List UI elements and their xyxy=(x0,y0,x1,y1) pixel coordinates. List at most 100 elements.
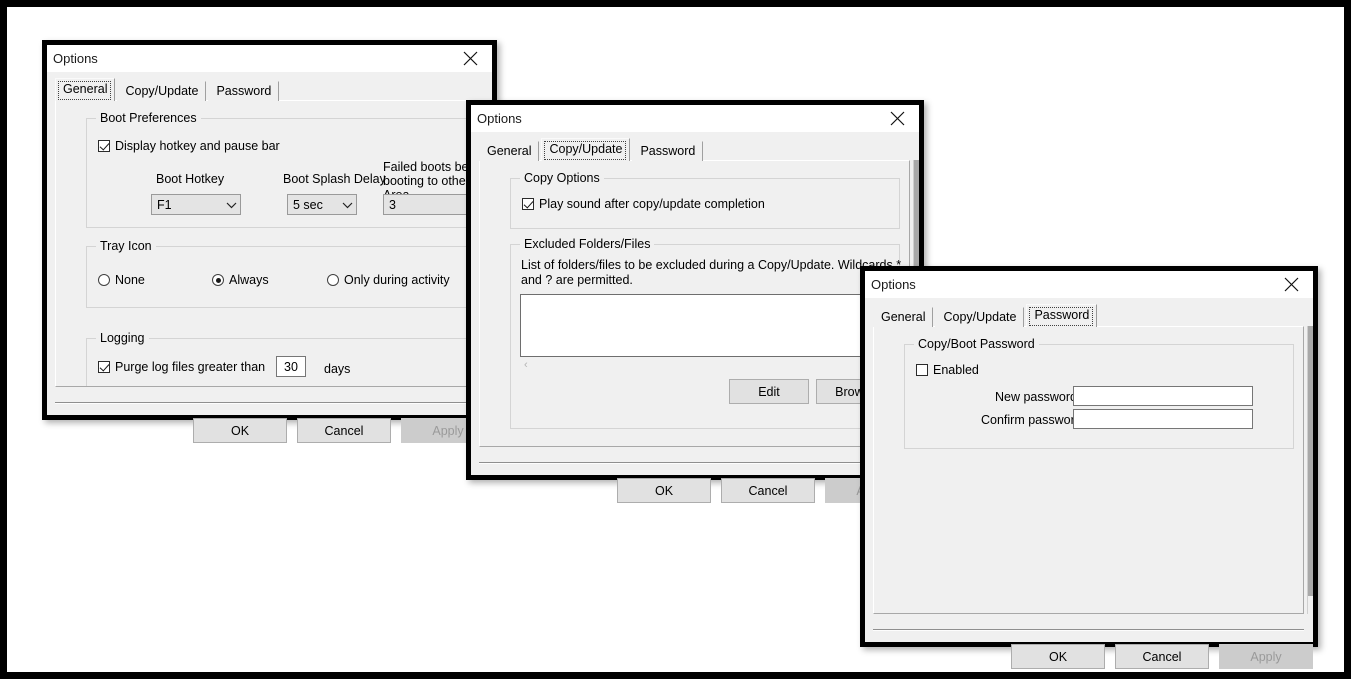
tab-copy-update[interactable]: Copy/Update xyxy=(117,81,207,101)
radio-label: Always xyxy=(229,273,269,287)
tabstrip: General Copy/Update Password xyxy=(873,304,1099,327)
window-title: Options xyxy=(53,51,98,66)
tab-general[interactable]: General xyxy=(55,78,116,101)
button-label: Apply xyxy=(1250,649,1282,664)
group-title: Excluded Folders/Files xyxy=(520,237,655,251)
group-boot-preferences: Boot Preferences Display hotkey and paus… xyxy=(86,111,485,228)
group-title: Copy/Boot Password xyxy=(914,337,1039,351)
group-copy-boot-password: Copy/Boot Password Enabled New password … xyxy=(904,337,1294,449)
tab-general[interactable]: General xyxy=(479,141,540,161)
checkbox-label: Purge log files greater than xyxy=(115,360,266,374)
cancel-button[interactable]: Cancel xyxy=(1115,644,1209,669)
titlebar: Options xyxy=(47,45,492,72)
checkbox-label: Display hotkey and pause bar xyxy=(115,139,280,153)
radio-label: None xyxy=(115,273,145,287)
group-title: Logging xyxy=(96,331,149,345)
footer-separator xyxy=(55,402,486,404)
tab-general[interactable]: General xyxy=(873,307,934,327)
input-confirm-password[interactable] xyxy=(1073,409,1253,429)
group-title: Boot Preferences xyxy=(96,111,201,125)
input-new-password[interactable] xyxy=(1073,386,1253,406)
checkbox-box xyxy=(98,140,110,152)
tab-label: General xyxy=(487,144,532,158)
cancel-button[interactable]: Cancel xyxy=(721,478,815,503)
tab-label: Copy/Update xyxy=(549,142,623,156)
edit-button[interactable]: Edit xyxy=(729,379,809,404)
tab-copy-update[interactable]: Copy/Update xyxy=(935,307,1025,327)
label-boot-hotkey: Boot Hotkey xyxy=(156,172,225,186)
tabpage-general: Boot Preferences Display hotkey and paus… xyxy=(55,100,486,387)
options-dialog-copy-update[interactable]: Options General Copy/Update Password Cop… xyxy=(466,100,924,503)
combo-value: 5 sec xyxy=(293,197,323,212)
tab-password[interactable]: Password xyxy=(1026,304,1098,327)
radio-tray-only-during-activity[interactable]: Only during activity xyxy=(327,273,450,287)
dialog-vscrollbar[interactable] xyxy=(1307,326,1313,614)
ok-button[interactable]: OK xyxy=(1011,644,1105,669)
label-new-password: New password xyxy=(995,390,1077,404)
tabpage-password: Copy/Boot Password Enabled New password … xyxy=(873,326,1304,614)
excluded-description: List of folders/files to be excluded dur… xyxy=(521,258,902,287)
close-icon[interactable] xyxy=(1269,271,1313,298)
tabpage-copy-update: Copy Options Play sound after copy/updat… xyxy=(479,160,910,447)
close-icon[interactable] xyxy=(875,105,919,132)
titlebar: Options xyxy=(471,105,919,132)
tab-copy-update[interactable]: Copy/Update xyxy=(541,138,631,161)
excluded-list-hscrollbar[interactable]: ‹ › xyxy=(520,357,900,373)
checkbox-display-hotkey[interactable]: Display hotkey and pause bar xyxy=(98,139,280,153)
window-title: Options xyxy=(871,277,916,292)
checkbox-box xyxy=(916,364,928,376)
group-title: Copy Options xyxy=(520,171,604,185)
label-boot-splash-delay: Boot Splash Delay xyxy=(283,172,386,186)
button-label: Cancel xyxy=(748,483,788,498)
tab-label: Password xyxy=(640,144,696,158)
group-excluded-folders-files: Excluded Folders/Files List of folders/f… xyxy=(510,237,902,429)
chevron-down-icon xyxy=(223,201,240,209)
titlebar: Options xyxy=(865,271,1313,298)
label-confirm-password: Confirm password xyxy=(981,413,1082,427)
radio-circle xyxy=(212,274,224,286)
radio-tray-always[interactable]: Always xyxy=(212,273,269,287)
tab-password[interactable]: Password xyxy=(208,81,280,101)
button-label: OK xyxy=(1048,649,1068,664)
checkbox-purge-log-files[interactable]: Purge log files greater than xyxy=(98,360,265,374)
tab-password[interactable]: Password xyxy=(632,141,704,161)
combo-boot-splash-delay[interactable]: 5 sec xyxy=(287,194,357,215)
group-tray-icon: Tray Icon None Always Only during activi… xyxy=(86,239,476,308)
input-value: 30 xyxy=(284,359,298,374)
tab-label: General xyxy=(63,82,108,96)
tab-label: Password xyxy=(216,84,272,98)
radio-circle xyxy=(327,274,339,286)
excluded-list-textarea[interactable] xyxy=(520,294,900,357)
radio-label: Only during activity xyxy=(344,273,450,287)
label-days: days xyxy=(324,362,351,376)
ok-button[interactable]: OK xyxy=(193,418,287,443)
footer-separator xyxy=(873,629,1304,631)
radio-circle xyxy=(98,274,110,286)
combo-boot-hotkey[interactable]: F1 xyxy=(151,194,241,215)
options-dialog-general[interactable]: Options General Copy/Update Password Boo… xyxy=(42,40,497,443)
options-dialog-password[interactable]: Options General Copy/Update Password Cop… xyxy=(860,266,1318,669)
checkbox-password-enabled[interactable]: Enabled xyxy=(916,363,979,377)
button-label: Cancel xyxy=(324,423,364,438)
tab-label: Password xyxy=(1034,308,1090,322)
dialog-body: General Copy/Update Password Boot Prefer… xyxy=(47,72,495,443)
close-icon[interactable] xyxy=(448,45,492,72)
button-label: Cancel xyxy=(1142,649,1182,664)
radio-tray-none[interactable]: None xyxy=(98,273,145,287)
dialog-body: General Copy/Update Password Copy/Boot P… xyxy=(865,298,1313,669)
combo-value: 3 xyxy=(389,197,396,212)
checkbox-box xyxy=(522,198,534,210)
checkbox-play-sound[interactable]: Play sound after copy/update completion xyxy=(522,197,765,211)
dialog-body: General Copy/Update Password Copy Option… xyxy=(471,132,919,503)
footer-separator xyxy=(479,462,910,464)
scrollbar-thumb[interactable] xyxy=(1308,326,1313,596)
ok-button[interactable]: OK xyxy=(617,478,711,503)
group-logging: Logging Purge log files greater than 30 … xyxy=(86,331,476,386)
button-label: OK xyxy=(654,483,674,498)
scroll-left-arrow-icon[interactable]: ‹ xyxy=(524,359,528,371)
tab-label: General xyxy=(881,310,926,324)
checkbox-label: Play sound after copy/update completion xyxy=(539,197,765,211)
window-title: Options xyxy=(477,111,522,126)
cancel-button[interactable]: Cancel xyxy=(297,418,391,443)
input-purge-days[interactable]: 30 xyxy=(276,356,306,377)
